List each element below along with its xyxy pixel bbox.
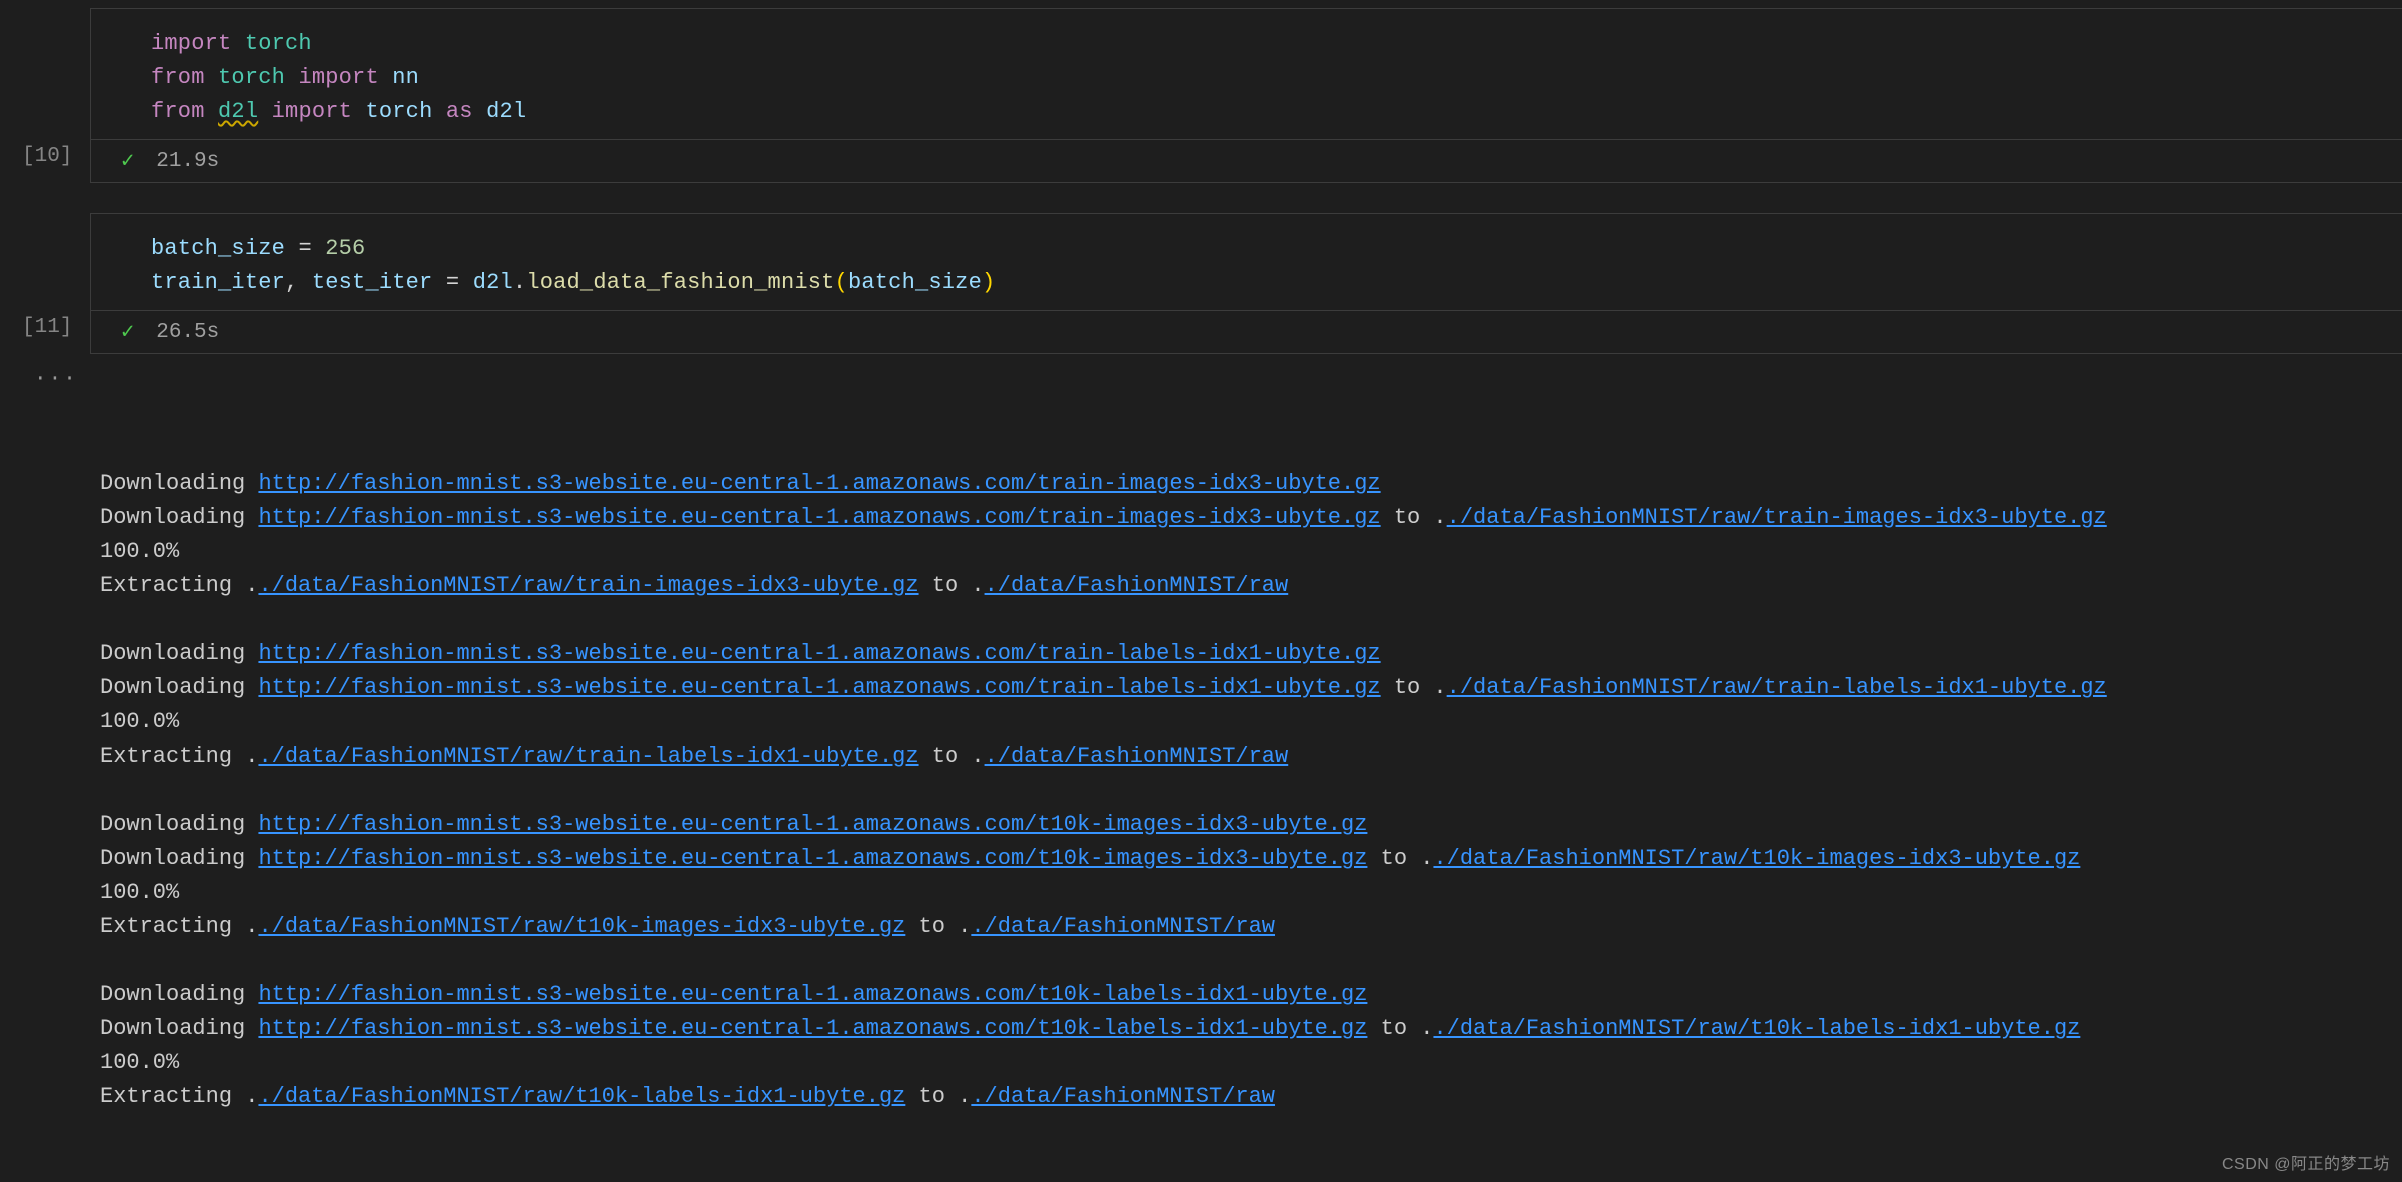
output-line: 100.0%: [100, 1046, 2402, 1080]
output-link[interactable]: ./data/FashionMNIST/raw: [971, 914, 1275, 939]
output-line: Downloading http://fashion-mnist.s3-webs…: [100, 467, 2402, 501]
output-link[interactable]: http://fashion-mnist.s3-website.eu-centr…: [258, 641, 1380, 666]
cell-input-area[interactable]: import torch from torch import nn from d…: [90, 8, 2402, 183]
code-line[interactable]: from d2l import torch as d2l: [151, 99, 526, 124]
output-line: Downloading http://fashion-mnist.s3-webs…: [100, 808, 2402, 842]
code-cell[interactable]: batch_size = 256 train_iter, test_iter =…: [0, 213, 2402, 1114]
output-line: Extracting ../data/FashionMNIST/raw/t10k…: [100, 910, 2402, 944]
output-link[interactable]: http://fashion-mnist.s3-website.eu-centr…: [258, 812, 1367, 837]
output-line: Extracting ../data/FashionMNIST/raw/t10k…: [100, 1080, 2402, 1114]
output-link[interactable]: ./data/FashionMNIST/raw/t10k-images-idx3…: [1433, 846, 2080, 871]
code-editor[interactable]: import torch from torch import nn from d…: [91, 9, 2402, 139]
output-line: Downloading http://fashion-mnist.s3-webs…: [100, 501, 2402, 535]
cell-status-bar: [10] ✓ 21.9s: [91, 139, 2402, 182]
output-link[interactable]: ./data/FashionMNIST/raw/t10k-images-idx3…: [258, 914, 905, 939]
cell-status-bar: [11] ✓ 26.5s: [91, 310, 2402, 353]
output-link[interactable]: http://fashion-mnist.s3-website.eu-centr…: [258, 505, 1380, 530]
output-line: Downloading http://fashion-mnist.s3-webs…: [100, 1012, 2402, 1046]
output-line: Downloading http://fashion-mnist.s3-webs…: [100, 842, 2402, 876]
output-line: Downloading http://fashion-mnist.s3-webs…: [100, 637, 2402, 671]
output-line: 100.0%: [100, 876, 2402, 910]
watermark: CSDN @阿正的梦工坊: [2222, 1150, 2390, 1174]
output-line: Extracting ../data/FashionMNIST/raw/trai…: [100, 740, 2402, 774]
output-link[interactable]: ./data/FashionMNIST/raw/train-images-idx…: [1447, 505, 2107, 530]
execution-time: 26.5s: [156, 321, 219, 344]
output-link[interactable]: ./data/FashionMNIST/raw/train-images-idx…: [258, 573, 918, 598]
output-link[interactable]: http://fashion-mnist.s3-website.eu-centr…: [258, 1016, 1367, 1041]
output-link[interactable]: ./data/FashionMNIST/raw/t10k-labels-idx1…: [258, 1084, 905, 1109]
output-link[interactable]: ./data/FashionMNIST/raw: [971, 1084, 1275, 1109]
code-line[interactable]: train_iter, test_iter = d2l.load_data_fa…: [151, 270, 995, 295]
output-link[interactable]: http://fashion-mnist.s3-website.eu-centr…: [258, 471, 1380, 496]
output-line: 100.0%: [100, 705, 2402, 739]
output-link[interactable]: http://fashion-mnist.s3-website.eu-centr…: [258, 675, 1380, 700]
output-line: Extracting ../data/FashionMNIST/raw/trai…: [100, 569, 2402, 603]
output-link[interactable]: ./data/FashionMNIST/raw: [985, 573, 1289, 598]
code-line[interactable]: import torch: [151, 31, 312, 56]
cell-output: ··· Downloading http://fashion-mnist.s3-…: [100, 364, 2402, 1114]
code-editor[interactable]: batch_size = 256 train_iter, test_iter =…: [91, 214, 2402, 310]
output-link[interactable]: http://fashion-mnist.s3-website.eu-centr…: [258, 982, 1367, 1007]
success-check-icon: ✓: [121, 319, 134, 345]
success-check-icon: ✓: [121, 148, 134, 174]
output-line: [100, 774, 2402, 808]
output-link[interactable]: ./data/FashionMNIST/raw: [985, 744, 1289, 769]
output-line: Downloading http://fashion-mnist.s3-webs…: [100, 978, 2402, 1012]
notebook: import torch from torch import nn from d…: [0, 0, 2402, 1115]
execution-count: [10]: [22, 145, 72, 168]
output-collapse-icon[interactable]: ···: [34, 364, 78, 397]
code-line[interactable]: from torch import nn: [151, 65, 419, 90]
output-line: [100, 944, 2402, 978]
output-link[interactable]: http://fashion-mnist.s3-website.eu-centr…: [258, 846, 1367, 871]
output-line: [100, 603, 2402, 637]
output-link[interactable]: ./data/FashionMNIST/raw/train-labels-idx…: [258, 744, 918, 769]
code-cell[interactable]: import torch from torch import nn from d…: [0, 8, 2402, 183]
output-line: Downloading http://fashion-mnist.s3-webs…: [100, 671, 2402, 705]
execution-time: 21.9s: [156, 150, 219, 173]
execution-count: [11]: [22, 316, 72, 339]
output-line: 100.0%: [100, 535, 2402, 569]
output-link[interactable]: ./data/FashionMNIST/raw/t10k-labels-idx1…: [1433, 1016, 2080, 1041]
output-link[interactable]: ./data/FashionMNIST/raw/train-labels-idx…: [1447, 675, 2107, 700]
code-line[interactable]: batch_size = 256: [151, 236, 365, 261]
cell-input-area[interactable]: batch_size = 256 train_iter, test_iter =…: [90, 213, 2402, 354]
